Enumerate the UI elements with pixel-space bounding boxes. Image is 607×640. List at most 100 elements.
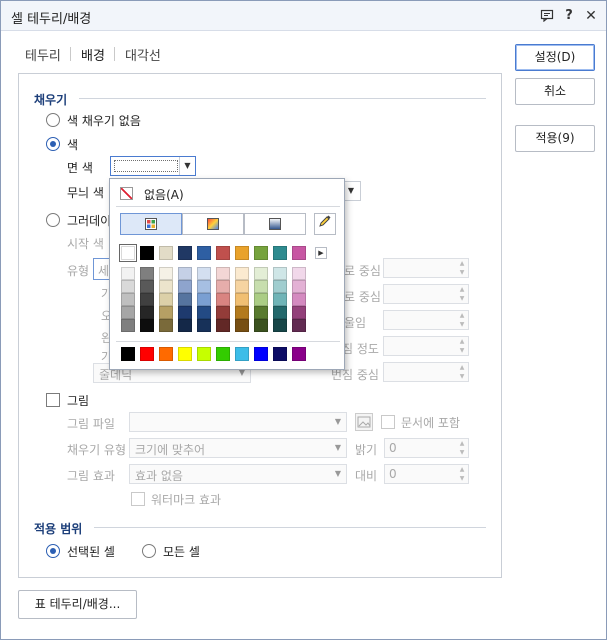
tab-border[interactable]: 테두리	[25, 45, 61, 64]
theme-color-swatch[interactable]	[140, 246, 154, 260]
standard-color-swatch[interactable]	[235, 347, 249, 361]
picture-browse-icon[interactable]	[355, 413, 373, 431]
shade-color-swatch[interactable]	[235, 293, 249, 306]
include-in-doc-checkbox[interactable]	[381, 415, 395, 429]
theme-color-swatch[interactable]	[159, 246, 173, 260]
ok-button[interactable]: 설정(D)	[515, 44, 595, 71]
shade-color-swatch[interactable]	[121, 319, 135, 332]
shade-color-swatch[interactable]	[178, 293, 192, 306]
theme-color-swatch[interactable]	[197, 246, 211, 260]
shade-color-swatch[interactable]	[140, 319, 154, 332]
table-border-button[interactable]: 표 테두리/배경...	[18, 590, 137, 619]
shade-color-swatch[interactable]	[216, 280, 230, 293]
shade-color-swatch[interactable]	[159, 280, 173, 293]
chat-icon[interactable]	[539, 8, 555, 24]
shade-color-swatch[interactable]	[273, 267, 287, 280]
shade-color-swatch[interactable]	[178, 267, 192, 280]
standard-color-swatch[interactable]	[140, 347, 154, 361]
spinner-arrows-icon[interactable]: ▲ ▼	[456, 311, 468, 329]
shade-color-swatch[interactable]	[197, 267, 211, 280]
shade-color-swatch[interactable]	[197, 306, 211, 319]
shade-color-swatch[interactable]	[140, 267, 154, 280]
shade-color-swatch[interactable]	[159, 267, 173, 280]
gradient-spinner[interactable]: ▲ ▼	[383, 284, 469, 304]
standard-color-swatch[interactable]	[216, 347, 230, 361]
standard-color-swatch[interactable]	[178, 347, 192, 361]
close-icon[interactable]: ✕	[583, 8, 599, 24]
apply-button[interactable]: 적용(9)	[515, 125, 595, 152]
contrast-spinner[interactable]: 0 ▲ ▼	[384, 464, 469, 484]
shade-color-swatch[interactable]	[197, 280, 211, 293]
shade-color-swatch[interactable]	[292, 280, 306, 293]
standard-color-swatch[interactable]	[292, 347, 306, 361]
more-colors-arrow-icon[interactable]: ▶	[315, 247, 327, 259]
shade-color-swatch[interactable]	[254, 293, 268, 306]
shade-color-swatch[interactable]	[235, 306, 249, 319]
image-checkbox[interactable]	[46, 393, 60, 407]
gradient-spinner[interactable]: ▲ ▼	[383, 310, 469, 330]
shade-color-swatch[interactable]	[216, 319, 230, 332]
spinner-arrows-icon[interactable]: ▲ ▼	[456, 363, 468, 381]
shade-color-swatch[interactable]	[178, 280, 192, 293]
cancel-button[interactable]: 취소	[515, 78, 595, 105]
shade-color-swatch[interactable]	[121, 306, 135, 319]
brightness-spinner[interactable]: 0 ▲ ▼	[384, 438, 469, 458]
tab-diagonal[interactable]: 대각선	[125, 45, 161, 64]
theme-color-swatch[interactable]	[178, 246, 192, 260]
shade-color-swatch[interactable]	[121, 293, 135, 306]
shade-color-swatch[interactable]	[159, 319, 173, 332]
watermark-checkbox[interactable]	[131, 492, 145, 506]
gradient-radio[interactable]	[46, 213, 60, 227]
theme-color-swatch[interactable]	[254, 246, 268, 260]
theme-color-swatch[interactable]	[119, 244, 137, 262]
no-fill-radio[interactable]	[46, 113, 60, 127]
shade-color-swatch[interactable]	[235, 319, 249, 332]
spinner-arrows-icon[interactable]: ▲ ▼	[456, 259, 468, 277]
shade-color-swatch[interactable]	[292, 306, 306, 319]
shade-color-swatch[interactable]	[178, 306, 192, 319]
shade-color-swatch[interactable]	[216, 293, 230, 306]
theme-color-swatch[interactable]	[273, 246, 287, 260]
shade-color-swatch[interactable]	[121, 280, 135, 293]
theme-color-swatch[interactable]	[235, 246, 249, 260]
standard-color-swatch[interactable]	[197, 347, 211, 361]
standard-color-swatch[interactable]	[121, 347, 135, 361]
shade-color-swatch[interactable]	[254, 319, 268, 332]
gradient-spinner[interactable]: ▲ ▼	[383, 362, 469, 382]
shade-color-swatch[interactable]	[254, 280, 268, 293]
spinner-arrows-icon[interactable]: ▲ ▼	[456, 337, 468, 355]
gradient-mode-button[interactable]	[244, 213, 306, 235]
no-color-option[interactable]: 없음(A)	[116, 185, 340, 203]
theme-color-swatch[interactable]	[292, 246, 306, 260]
shade-color-swatch[interactable]	[292, 319, 306, 332]
shade-color-swatch[interactable]	[216, 267, 230, 280]
spinner-arrows-icon[interactable]: ▲ ▼	[456, 465, 468, 483]
standard-color-swatch[interactable]	[254, 347, 268, 361]
standard-color-swatch[interactable]	[273, 347, 287, 361]
spinner-arrows-icon[interactable]: ▲ ▼	[456, 285, 468, 303]
standard-color-swatch[interactable]	[159, 347, 173, 361]
shade-color-swatch[interactable]	[216, 306, 230, 319]
spinner-arrows-icon[interactable]: ▲ ▼	[456, 439, 468, 457]
shade-color-swatch[interactable]	[254, 306, 268, 319]
image-effect-combo[interactable]: 효과 없음 ▼	[129, 464, 347, 484]
chevron-down-icon[interactable]: ▼	[179, 157, 195, 175]
gradient-spinner[interactable]: ▲ ▼	[383, 258, 469, 278]
shade-color-swatch[interactable]	[178, 319, 192, 332]
shade-color-swatch[interactable]	[273, 319, 287, 332]
selected-cells-radio[interactable]	[46, 544, 60, 558]
shade-color-swatch[interactable]	[292, 293, 306, 306]
help-icon[interactable]: ?	[561, 8, 577, 24]
tab-background[interactable]: 배경	[81, 45, 105, 64]
shade-color-swatch[interactable]	[235, 267, 249, 280]
shade-color-swatch[interactable]	[254, 267, 268, 280]
shade-color-swatch[interactable]	[140, 306, 154, 319]
all-cells-radio[interactable]	[142, 544, 156, 558]
shade-color-swatch[interactable]	[140, 280, 154, 293]
shade-color-swatch[interactable]	[159, 293, 173, 306]
spectrum-mode-button[interactable]	[182, 213, 244, 235]
gradient-spinner[interactable]: ▲ ▼	[383, 336, 469, 356]
shade-color-swatch[interactable]	[197, 319, 211, 332]
palette-mode-button[interactable]	[120, 213, 182, 235]
shade-color-swatch[interactable]	[140, 293, 154, 306]
